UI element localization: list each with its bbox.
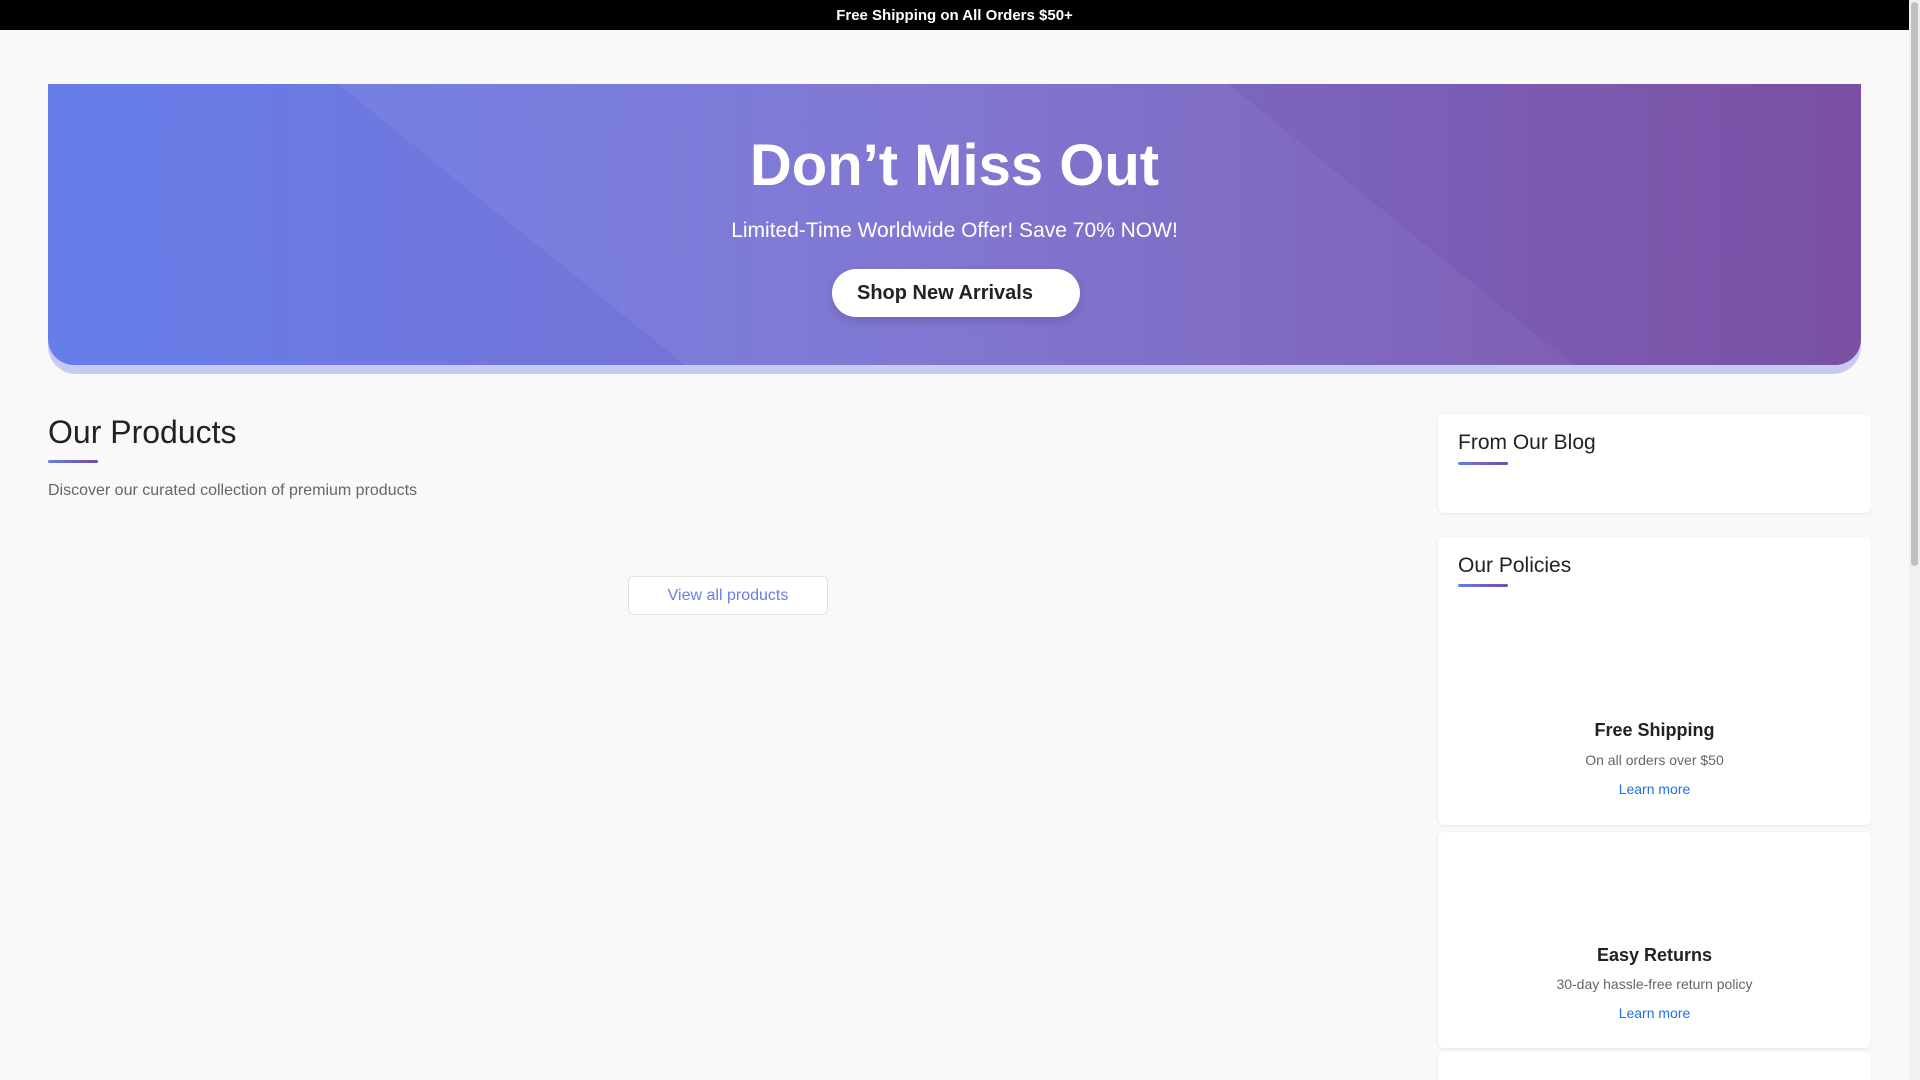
products-title-underline	[48, 460, 98, 463]
view-all-products-button[interactable]: View all products	[628, 576, 828, 615]
page-scrollbar[interactable]	[1909, 0, 1920, 1080]
products-title: Our Products	[48, 414, 237, 450]
policy-learn-more-link[interactable]: Learn more	[1438, 1004, 1871, 1022]
blog-card: From Our Blog	[1438, 414, 1871, 513]
announcement-bar: Free Shipping on All Orders $50+	[0, 0, 1909, 30]
hero-subtitle: Limited-Time Worldwide Offer! Save 70% N…	[731, 219, 1178, 242]
policy-name: Free Shipping	[1594, 720, 1715, 740]
policy-card-returns: Easy Returns 30-day hassle-free return p…	[1438, 832, 1871, 1048]
shop-new-arrivals-button[interactable]: Shop New Arrivals	[832, 269, 1080, 317]
scrollbar-thumb[interactable]	[1911, 2, 1918, 566]
policies-title-underline	[1458, 584, 1508, 587]
policy-name: Easy Returns	[1596, 945, 1713, 965]
policies-card: Our Policies Free Shipping On all orders…	[1438, 537, 1871, 825]
blog-title-underline	[1458, 462, 1508, 465]
policy-description: 30-day hassle-free return policy	[1556, 976, 1753, 992]
announcement-text: Free Shipping on All Orders $50+	[836, 6, 1073, 24]
hero-content: Don’t Miss Out Limited-Time Worldwide Of…	[48, 84, 1861, 365]
blog-title: From Our Blog	[1458, 431, 1596, 454]
policy-learn-more-link[interactable]: Learn more	[1438, 780, 1871, 798]
policy-card-next	[1438, 1052, 1871, 1080]
policy-description: On all orders over $50	[1585, 752, 1724, 768]
policies-title: Our Policies	[1458, 554, 1572, 577]
hero-title: Don’t Miss Out	[749, 133, 1160, 198]
products-subtitle: Discover our curated collection of premi…	[48, 482, 418, 499]
